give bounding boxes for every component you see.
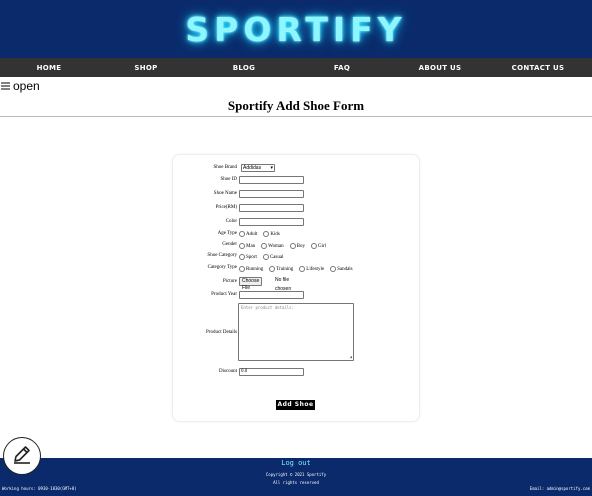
hamburger-icon (1, 79, 10, 93)
working-hours-text: Working hours: 0930-1830(GMT+8) (2, 486, 77, 491)
age-type-label: Age Type (217, 231, 237, 236)
gender-option-boy[interactable]: Boy (289, 243, 305, 249)
age-type-radio-group: Adult Kids (239, 231, 283, 237)
shoe-id-label: Shoe ID (220, 177, 237, 182)
radio-button[interactable] (310, 243, 317, 249)
radio-button[interactable] (239, 231, 245, 237)
shoe-brand-select[interactable]: Addidas ▾ (241, 164, 275, 172)
add-shoe-button[interactable]: Add Shoe (276, 400, 315, 410)
resize-handle-icon[interactable]: ◢ (350, 354, 352, 359)
radio-button[interactable] (330, 266, 337, 272)
discount-input[interactable]: 0.0 (239, 368, 304, 376)
site-footer: Log out Copyright © 2021 Sportify All ri… (0, 458, 592, 496)
main-nav: HOME SHOP BLOG FAQ ABOUT US CONTACT US (0, 58, 592, 77)
pencil-icon (11, 443, 33, 470)
age-type-option-adult[interactable]: Adult (239, 231, 257, 237)
shoe-category-option-sport[interactable]: Sport (239, 254, 257, 260)
radio-button[interactable] (239, 243, 245, 249)
sidebar-open-toggle[interactable]: open (1, 79, 40, 93)
chevron-down-icon: ▾ (270, 165, 273, 171)
shoe-category-radio-group: Sport Casual (239, 254, 286, 260)
category-type-option-sandals[interactable]: Sandals (330, 266, 353, 272)
edit-fab-button[interactable] (3, 437, 41, 475)
price-label: Price(RM) (215, 205, 237, 210)
radio-button[interactable] (289, 243, 296, 249)
nav-item-home[interactable]: HOME (30, 64, 68, 72)
radio-button[interactable] (239, 254, 245, 260)
picture-label: Picture (222, 279, 237, 284)
radio-button[interactable] (263, 231, 270, 237)
shoe-category-label: Shoe Category (207, 253, 237, 258)
brand-logo[interactable]: SPORTIFY (185, 10, 406, 49)
age-type-option-kids[interactable]: Kids (263, 231, 280, 237)
nav-item-blog[interactable]: BLOG (225, 64, 263, 72)
shoe-brand-label: Shoe Brand (213, 165, 237, 170)
logout-link[interactable]: Log out (0, 459, 592, 467)
nav-item-faq[interactable]: FAQ (323, 64, 361, 72)
category-type-option-training[interactable]: Training (269, 266, 293, 272)
radio-button[interactable] (261, 243, 268, 249)
page-title: Sportify Add Shoe Form (227, 98, 365, 113)
category-type-radio-group: Running Training Lifestyle Sandals (239, 266, 356, 272)
site-header: SPORTIFY (0, 0, 592, 58)
color-label: Color (225, 219, 237, 224)
discount-label: Discount (218, 369, 237, 374)
category-type-label: Category Type (207, 265, 237, 270)
product-year-label: Product Year (211, 292, 237, 297)
nav-item-about-us[interactable]: ABOUT US (415, 64, 465, 72)
gender-label: Gender (222, 242, 237, 247)
radio-button[interactable] (262, 254, 269, 260)
nav-item-shop[interactable]: SHOP (127, 64, 165, 72)
title-divider (0, 116, 592, 117)
nav-item-contact-us[interactable]: CONTACT US (510, 64, 566, 72)
price-input[interactable] (239, 204, 304, 212)
gender-option-man[interactable]: Man (239, 243, 255, 249)
shoe-name-label: Shoe Name (213, 191, 237, 196)
gender-option-woman[interactable]: Woman (261, 243, 284, 249)
product-details-placeholder: Enter product details: (241, 305, 294, 310)
choose-file-button[interactable]: Choose File (239, 277, 263, 291)
category-type-option-lifestyle[interactable]: Lifestyle (299, 266, 324, 272)
sidebar-open-label: open (13, 79, 40, 93)
shoe-category-option-casual[interactable]: Casual (262, 254, 283, 260)
gender-radio-group: Man Woman Boy Girl (239, 243, 329, 249)
radio-button[interactable] (299, 266, 306, 272)
shoe-id-input[interactable] (239, 176, 304, 184)
radio-button[interactable] (239, 266, 245, 272)
radio-button[interactable] (269, 266, 276, 272)
shoe-name-input[interactable] (239, 190, 304, 198)
product-details-textarea[interactable]: Enter product details: ◢ (238, 303, 354, 361)
copyright-text: Copyright © 2021 Sportify (265, 472, 327, 477)
color-input[interactable] (239, 218, 304, 226)
product-year-input[interactable] (239, 291, 304, 299)
gender-option-girl[interactable]: Girl (310, 243, 326, 249)
contact-email-text: Email: admin@sportify.com (529, 486, 590, 491)
rights-text: All rights reserved (273, 480, 319, 485)
shoe-brand-selected: Addidas (243, 165, 262, 171)
category-type-option-running[interactable]: Running (239, 266, 263, 272)
product-details-label: Product Details (206, 330, 237, 335)
